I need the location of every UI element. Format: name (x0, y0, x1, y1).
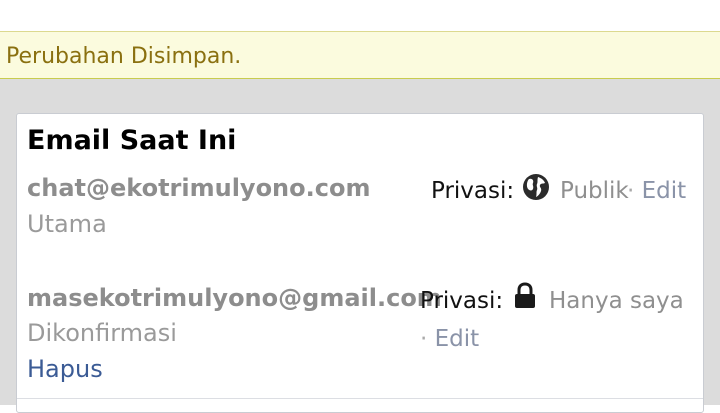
edit-label[interactable]: Edit (435, 326, 480, 352)
remove-email-link[interactable]: Hapus (27, 355, 103, 383)
saved-notice-text: Perubahan Disimpan. (6, 44, 242, 69)
privacy-label: Privasi: (431, 178, 515, 204)
email-address-primary: chat@ekotrimulyono.com (27, 174, 371, 202)
edit-primary-email-link[interactable]: · Edit (627, 178, 686, 204)
edit-secondary-email-link[interactable]: · Edit (420, 326, 479, 352)
separator-dot: · (627, 178, 635, 204)
saved-notice-banner: Perubahan Disimpan. (0, 31, 720, 79)
card-divider (17, 398, 703, 399)
current-emails-card: Email Saat Ini chat@ekotrimulyono.com Ut… (16, 113, 704, 413)
privacy-label: Privasi: (420, 288, 504, 314)
globe-icon[interactable] (522, 173, 550, 201)
privacy-public-value[interactable]: Publik (560, 178, 629, 204)
current-emails-title: Email Saat Ini (27, 125, 237, 156)
email-status-primary: Utama (27, 210, 107, 238)
edit-label[interactable]: Edit (642, 178, 687, 204)
email-status-confirmed: Dikonfirmasi (27, 319, 177, 347)
privacy-only-me-value[interactable]: Hanya saya (549, 288, 684, 314)
separator-dot: · (420, 326, 428, 352)
top-bar (0, 0, 720, 31)
lock-icon[interactable] (511, 281, 539, 309)
email-address-secondary: masekotrimulyono@gmail.com (27, 284, 442, 312)
